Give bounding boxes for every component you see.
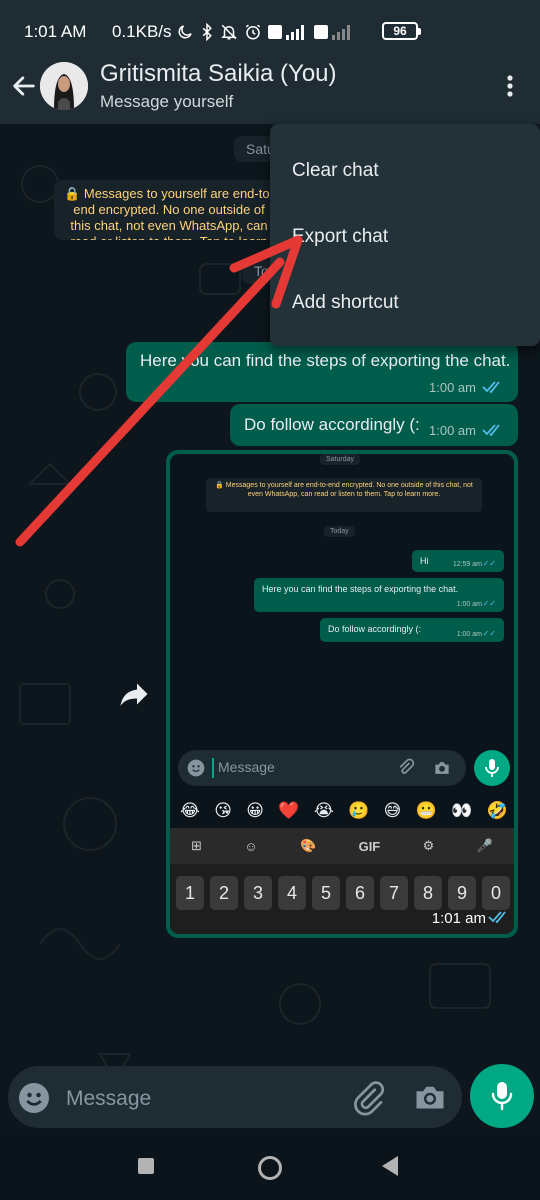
- mini-input-bar: Message: [178, 750, 466, 786]
- battery-indicator: 96: [382, 22, 421, 40]
- mini-message-time: 12:59 am: [452, 561, 482, 568]
- mini-key: 9: [448, 876, 476, 910]
- menu-item-add-shortcut[interactable]: Add shortcut: [292, 292, 399, 314]
- mini-date-chip: Saturday: [320, 454, 361, 465]
- mini-palette-icon: 🎨: [300, 838, 317, 853]
- alarm-icon: [245, 24, 261, 40]
- mini-key: 4: [278, 876, 306, 910]
- message-bubble[interactable]: Do follow accordingly (: 1:00 am: [230, 404, 518, 446]
- status-icons: [176, 20, 354, 44]
- read-ticks-icon: [482, 381, 500, 394]
- mic-icon: [491, 1082, 513, 1111]
- mini-message-bubble: Do follow accordingly (: 1:00 am ✓✓: [320, 618, 504, 642]
- back-arrow-icon[interactable]: [10, 72, 38, 100]
- mini-key: 7: [380, 876, 408, 910]
- mini-emoji: 😀: [246, 801, 265, 820]
- mini-emoji: 😬: [415, 801, 437, 820]
- mini-message-text: Here you can find the steps of exporting…: [262, 584, 459, 594]
- mini-mic-icon: [485, 759, 499, 777]
- volte-signal-icon: [268, 25, 304, 40]
- mini-sticker-icon: ☺: [244, 838, 258, 854]
- emoji-icon[interactable]: [16, 1080, 52, 1116]
- avatar-photo: [40, 62, 88, 110]
- mini-message-bubble: Here you can find the steps of exporting…: [254, 578, 504, 612]
- mini-emoji-row: 😂 😘 😀 ❤️ 😭 🥲 😅 😬 👀 🤣: [174, 796, 514, 826]
- nav-back-button[interactable]: [382, 1156, 398, 1176]
- volte-signal-2-icon: [314, 25, 350, 40]
- message-text: Do follow accordingly (:: [244, 415, 420, 434]
- mini-read-ticks-icon: ✓✓: [482, 559, 496, 568]
- mini-voice-icon: 🎤: [476, 838, 493, 853]
- mini-message-time: 1:00 am: [456, 601, 482, 608]
- camera-icon[interactable]: [412, 1080, 448, 1116]
- contact-subtitle: Message yourself: [100, 92, 234, 111]
- mini-gif-label: GIF: [358, 838, 381, 854]
- mini-emoji: 😭: [313, 801, 334, 820]
- attach-icon[interactable]: [350, 1080, 386, 1116]
- message-time: 1:00 am: [429, 380, 476, 395]
- mini-grid-icon: ⊞: [191, 838, 203, 853]
- contact-name[interactable]: Gritismita Saikia (You): [100, 60, 337, 88]
- mini-emoji: 🥲: [348, 801, 370, 820]
- mini-date-chip-today: Today: [324, 526, 355, 537]
- network-speed: 0.1KB/s: [112, 22, 172, 41]
- read-ticks-icon: [482, 424, 500, 437]
- message-time: 1:00 am: [429, 423, 476, 438]
- mini-key: 6: [346, 876, 374, 910]
- bluetooth-icon: [202, 23, 212, 41]
- image-time: 1:01 am: [431, 910, 486, 927]
- mini-message-text: Hi: [420, 556, 429, 566]
- forward-icon[interactable]: [116, 676, 152, 712]
- mini-message-bubble: Hi 12:59 am ✓✓: [412, 550, 504, 572]
- mini-emoji-icon: [187, 759, 205, 777]
- mini-emoji: 😅: [383, 801, 402, 820]
- mini-camera-icon: [435, 762, 449, 774]
- mini-emoji: 😘: [214, 801, 232, 820]
- mini-key: 1: [176, 876, 204, 910]
- avatar[interactable]: [40, 62, 88, 110]
- message-text: Here you can find the steps of exporting…: [140, 351, 511, 370]
- mini-emoji: ❤️: [278, 801, 300, 820]
- menu-item-export-chat[interactable]: Export chat: [292, 226, 388, 248]
- mini-encryption-notice: 🔒 Messages to yourself are end-to-end en…: [206, 478, 482, 512]
- mini-emoji: 👀: [451, 801, 473, 820]
- menu-item-clear-chat[interactable]: Clear chat: [292, 160, 379, 182]
- recents-button[interactable]: [138, 1158, 154, 1174]
- more-options-icon[interactable]: [498, 70, 522, 102]
- mini-cursor: [212, 758, 214, 778]
- mute-bell-icon: [221, 24, 237, 40]
- status-time: 1:01 AM: [24, 22, 87, 41]
- mini-read-ticks-icon: ✓✓: [482, 599, 496, 608]
- mic-button[interactable]: [470, 1064, 534, 1128]
- message-bubble[interactable]: Here you can find the steps of exporting…: [126, 342, 518, 402]
- home-button[interactable]: [258, 1156, 282, 1180]
- mini-message-text: Do follow accordingly (:: [328, 624, 422, 634]
- mini-settings-icon: ⚙: [422, 838, 435, 853]
- mini-key: 3: [244, 876, 272, 910]
- message-input[interactable]: [66, 1084, 336, 1114]
- mini-mic-button: [474, 750, 510, 786]
- mini-key: 5: [312, 876, 340, 910]
- overflow-menu: Clear chat Export chat Add shortcut: [270, 124, 540, 346]
- mini-key: 2: [210, 876, 238, 910]
- encryption-notice[interactable]: 🔒 Messages to yourself are end-to-end en…: [54, 180, 284, 240]
- mini-attach-icon: [399, 758, 415, 774]
- image-read-ticks-icon: [488, 911, 506, 924]
- mini-keyboard-toolbar: ⊞ ☺ 🎨 GIF ⚙ 🎤: [170, 828, 514, 864]
- mini-input-placeholder: Message: [218, 759, 275, 775]
- mini-emoji: 😂: [180, 801, 200, 820]
- mini-read-ticks-icon: ✓✓: [482, 629, 496, 638]
- screenshot-image: Saturday 🔒 Messages to yourself are end-…: [170, 454, 514, 934]
- mini-key: 0: [482, 876, 510, 910]
- image-message[interactable]: Saturday 🔒 Messages to yourself are end-…: [166, 450, 518, 938]
- mini-message-time: 1:00 am: [456, 631, 482, 638]
- moon-icon: [178, 25, 192, 39]
- mini-key: 8: [414, 876, 442, 910]
- mini-emoji: 🤣: [486, 801, 508, 820]
